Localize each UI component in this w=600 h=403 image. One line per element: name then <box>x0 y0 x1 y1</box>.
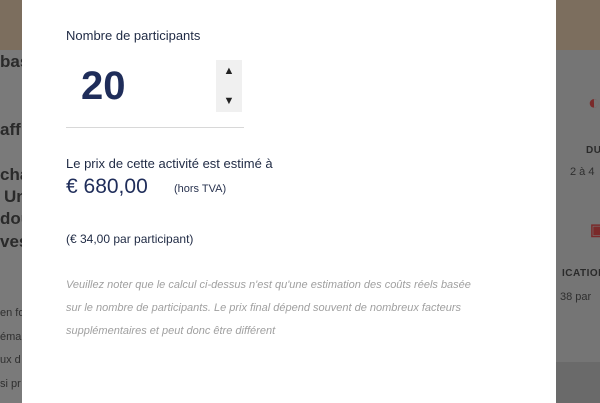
participants-value[interactable]: 20 <box>81 64 126 109</box>
disclaimer-line: Veuillez noter que le calcul ci-dessus n… <box>66 279 471 291</box>
background-fragment: éma <box>0 331 22 343</box>
price-estimate-modal: Nombre de participants 20 ▲ ▼ Le prix de… <box>22 0 556 403</box>
background-right-footer <box>556 362 600 403</box>
background-red-icon: ◐ <box>588 92 600 114</box>
background-fragment: 2 à 4 <box>570 166 595 178</box>
decrement-icon[interactable]: ▼ <box>224 94 235 108</box>
increment-icon[interactable]: ▲ <box>224 64 235 78</box>
price-per-participant: (€ 34,00 par participant) <box>66 232 194 246</box>
background-fragment: ICATION <box>562 268 600 279</box>
background-fragment: ux d <box>0 354 21 366</box>
background-fragment: en fo <box>0 307 25 319</box>
background-fragment: si pr <box>0 378 21 390</box>
disclaimer-line: supplémentaires et peut donc être différ… <box>66 325 276 337</box>
participants-label: Nombre de participants <box>66 28 201 43</box>
background-red-icon: ▣ <box>590 222 600 239</box>
estimated-price: € 680,00 <box>66 175 148 198</box>
disclaimer-text: Veuillez noter que le calcul ci-dessus n… <box>66 274 526 343</box>
price-tax-note: (hors TVA) <box>174 183 227 195</box>
participants-stepper[interactable]: 20 ▲ ▼ <box>66 52 244 128</box>
disclaimer-line: sur le nombre de participants. Le prix f… <box>66 302 462 314</box>
background-fragment: DU <box>586 145 600 156</box>
estimate-label: Le prix de cette activité est estimé à <box>66 156 273 171</box>
background-fragment: 38 par <box>560 291 592 303</box>
background-fragment: aff <box>0 120 21 139</box>
spin-buttons[interactable]: ▲ ▼ <box>216 60 242 112</box>
